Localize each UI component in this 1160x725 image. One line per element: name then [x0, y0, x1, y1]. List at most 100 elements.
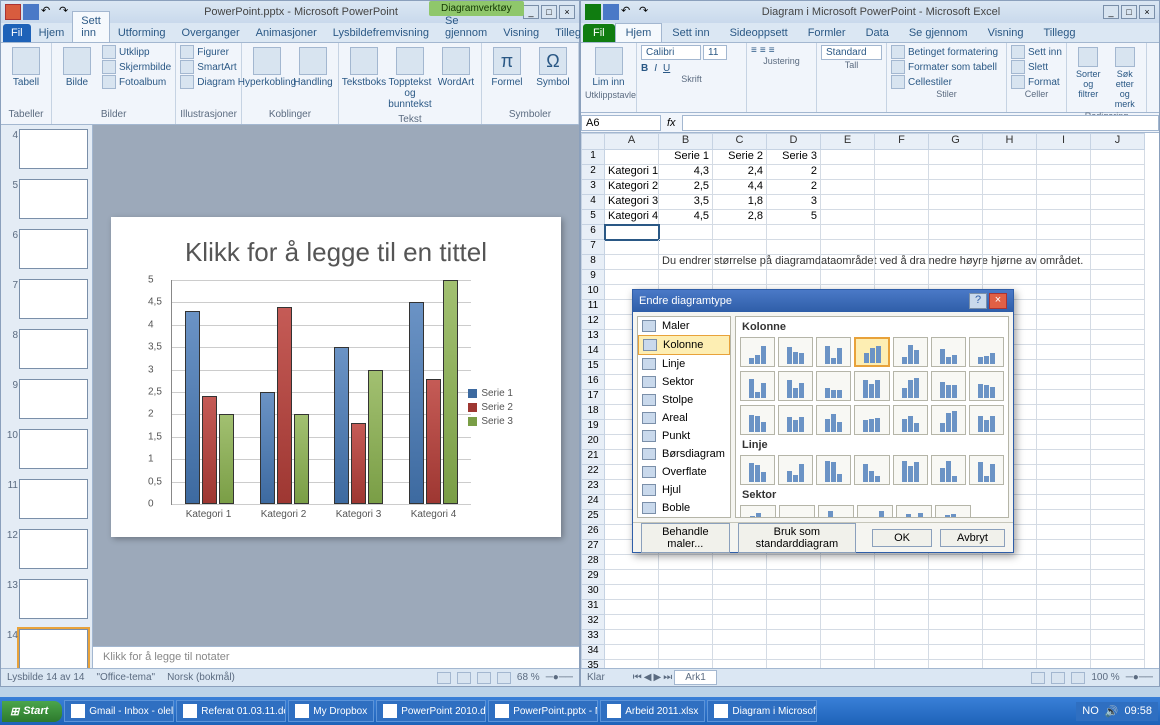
- column-header[interactable]: J: [1091, 133, 1145, 150]
- row-header[interactable]: 6: [581, 225, 605, 240]
- row-header[interactable]: 3: [581, 180, 605, 195]
- formula-bar[interactable]: [682, 115, 1159, 131]
- cell[interactable]: [875, 240, 929, 255]
- row-header[interactable]: 34: [581, 645, 605, 660]
- taskbar-item[interactable]: Gmail - Inbox - olelau...: [64, 700, 174, 722]
- cell[interactable]: [767, 660, 821, 668]
- view-reading-icon[interactable]: [477, 672, 491, 684]
- xl-tab-visning[interactable]: Visning: [978, 24, 1034, 42]
- cell[interactable]: [659, 630, 713, 645]
- cell[interactable]: [1091, 240, 1145, 255]
- cell[interactable]: [821, 600, 875, 615]
- taskbar-item[interactable]: My Dropbox: [288, 700, 374, 722]
- cell[interactable]: [929, 210, 983, 225]
- cell[interactable]: 2: [767, 180, 821, 195]
- cell[interactable]: [875, 645, 929, 660]
- cell[interactable]: [713, 570, 767, 585]
- cell[interactable]: [713, 660, 767, 668]
- row-header[interactable]: 27: [581, 540, 605, 555]
- cell[interactable]: [875, 195, 929, 210]
- cell[interactable]: [659, 645, 713, 660]
- align-center-icon[interactable]: ≡: [760, 45, 766, 56]
- cell[interactable]: [821, 255, 875, 270]
- cell[interactable]: [875, 210, 929, 225]
- chart-subtype-item[interactable]: [893, 455, 928, 485]
- cell[interactable]: [767, 600, 821, 615]
- cell[interactable]: 2: [767, 165, 821, 180]
- column-header[interactable]: I: [1037, 133, 1091, 150]
- bilde-button[interactable]: Bilde: [56, 45, 98, 90]
- slide-title-placeholder[interactable]: Klikk for å legge til en tittel: [141, 237, 531, 268]
- cell[interactable]: [929, 165, 983, 180]
- cell[interactable]: [821, 195, 875, 210]
- cell[interactable]: [1037, 630, 1091, 645]
- cell[interactable]: [1037, 375, 1091, 390]
- taskbar-item[interactable]: Diagram i Microsoft P...: [707, 700, 817, 722]
- cell[interactable]: [983, 240, 1037, 255]
- chart-type-item[interactable]: Linje: [638, 355, 730, 373]
- slide-thumbnail[interactable]: 9: [19, 379, 88, 419]
- cell[interactable]: [1037, 570, 1091, 585]
- chart-subtype-item[interactable]: [854, 455, 889, 485]
- cell[interactable]: 5: [767, 210, 821, 225]
- cell[interactable]: 4,5: [659, 210, 713, 225]
- tray-volume-icon[interactable]: 🔊: [1105, 705, 1119, 718]
- chart-subtype-item[interactable]: [893, 337, 928, 367]
- xl-zoom[interactable]: 100 %: [1091, 672, 1119, 683]
- cell[interactable]: [929, 615, 983, 630]
- cell[interactable]: [767, 570, 821, 585]
- close-button[interactable]: ×: [1139, 5, 1155, 19]
- chart-subtype-item[interactable]: [857, 505, 893, 518]
- tab-utforming[interactable]: Utforming: [110, 24, 174, 42]
- sheet-nav-prev-icon[interactable]: ◀: [644, 672, 652, 683]
- cell[interactable]: [1037, 465, 1091, 480]
- status-zoom[interactable]: 68 %: [517, 672, 540, 683]
- cellestiler-button[interactable]: Cellestiler: [891, 75, 1002, 89]
- formel-button[interactable]: πFormel: [486, 45, 528, 90]
- dialog-close-button[interactable]: ×: [989, 293, 1007, 309]
- cell[interactable]: [821, 645, 875, 660]
- cell[interactable]: [1037, 645, 1091, 660]
- slide[interactable]: Klikk for å legge til en tittel 00,511,5…: [111, 217, 561, 537]
- cell[interactable]: [929, 255, 983, 270]
- chart-type-list[interactable]: MalerKolonneLinjeSektorStolpeArealPunktB…: [637, 316, 731, 518]
- cell[interactable]: [1037, 255, 1091, 270]
- chart-type-item[interactable]: Boble: [638, 499, 730, 517]
- cell[interactable]: Serie 1: [659, 150, 713, 165]
- row-header[interactable]: 28: [581, 555, 605, 570]
- tab-hjem[interactable]: Hjem: [31, 24, 73, 42]
- chart-subtype-item[interactable]: [896, 505, 932, 518]
- minimize-button[interactable]: _: [1103, 5, 1119, 19]
- symbol-button[interactable]: ΩSymbol: [532, 45, 574, 90]
- cell[interactable]: [1037, 330, 1091, 345]
- cell[interactable]: [1037, 300, 1091, 315]
- column-header[interactable]: A: [605, 133, 659, 150]
- cell[interactable]: [875, 180, 929, 195]
- cell[interactable]: [1091, 615, 1145, 630]
- row-header[interactable]: 20: [581, 435, 605, 450]
- cell[interactable]: [875, 615, 929, 630]
- cell[interactable]: [767, 585, 821, 600]
- cell[interactable]: [983, 555, 1037, 570]
- cell[interactable]: [1091, 465, 1145, 480]
- minimize-button[interactable]: _: [523, 5, 539, 19]
- cell[interactable]: [929, 270, 983, 285]
- cell[interactable]: [983, 210, 1037, 225]
- chart-subtype-item[interactable]: [935, 505, 971, 518]
- cell[interactable]: [983, 195, 1037, 210]
- cell[interactable]: [1091, 645, 1145, 660]
- cell[interactable]: [605, 570, 659, 585]
- taskbar-item[interactable]: PowerPoint.pptx - Mi...: [488, 700, 598, 722]
- topptekst-button[interactable]: Topptekst og bunntekst: [389, 45, 431, 112]
- cell[interactable]: 4,3: [659, 165, 713, 180]
- row-header[interactable]: 1: [581, 150, 605, 165]
- chart-subtype-item[interactable]: [778, 405, 813, 435]
- row-header[interactable]: 5: [581, 210, 605, 225]
- chart-subtype-item[interactable]: [740, 455, 775, 485]
- cell[interactable]: [929, 645, 983, 660]
- cell[interactable]: [605, 270, 659, 285]
- start-button[interactable]: ⊞Start: [2, 701, 62, 722]
- cell[interactable]: [821, 570, 875, 585]
- settinn-cell-button[interactable]: Sett inn: [1011, 45, 1062, 59]
- cell[interactable]: [713, 240, 767, 255]
